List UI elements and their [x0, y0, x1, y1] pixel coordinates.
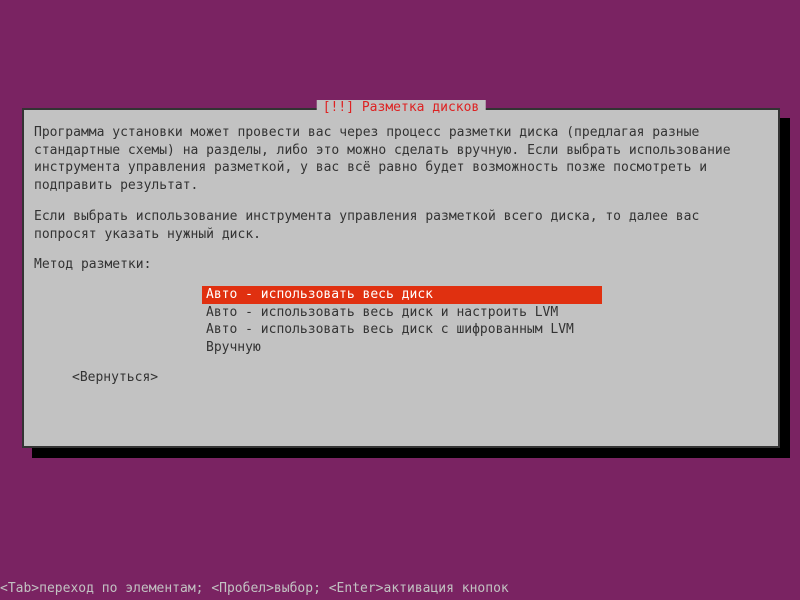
partition-method-menu: Авто - использовать весь диск Авто - исп…: [202, 286, 768, 356]
status-bar: <Tab>переход по элементам; <Пробел>выбор…: [0, 579, 800, 598]
menu-item-auto-whole-disk[interactable]: Авто - использовать весь диск: [202, 286, 602, 304]
dialog-paragraph-1: Программа установки может провести вас ч…: [34, 124, 768, 194]
menu-item-auto-lvm[interactable]: Авто - использовать весь диск и настроит…: [202, 304, 768, 322]
back-button[interactable]: <Вернуться>: [72, 370, 158, 385]
menu-item-manual[interactable]: Вручную: [202, 339, 768, 357]
dialog-paragraph-2: Если выбрать использование инструмента у…: [34, 208, 768, 243]
method-label: Метод разметки:: [34, 257, 768, 272]
dialog-container: [!!] Разметка дисков Программа установки…: [22, 108, 780, 448]
menu-item-auto-encrypted-lvm[interactable]: Авто - использовать весь диск с шифрован…: [202, 321, 768, 339]
dialog-title: [!!] Разметка дисков: [317, 100, 486, 115]
partition-dialog: [!!] Разметка дисков Программа установки…: [22, 108, 780, 448]
